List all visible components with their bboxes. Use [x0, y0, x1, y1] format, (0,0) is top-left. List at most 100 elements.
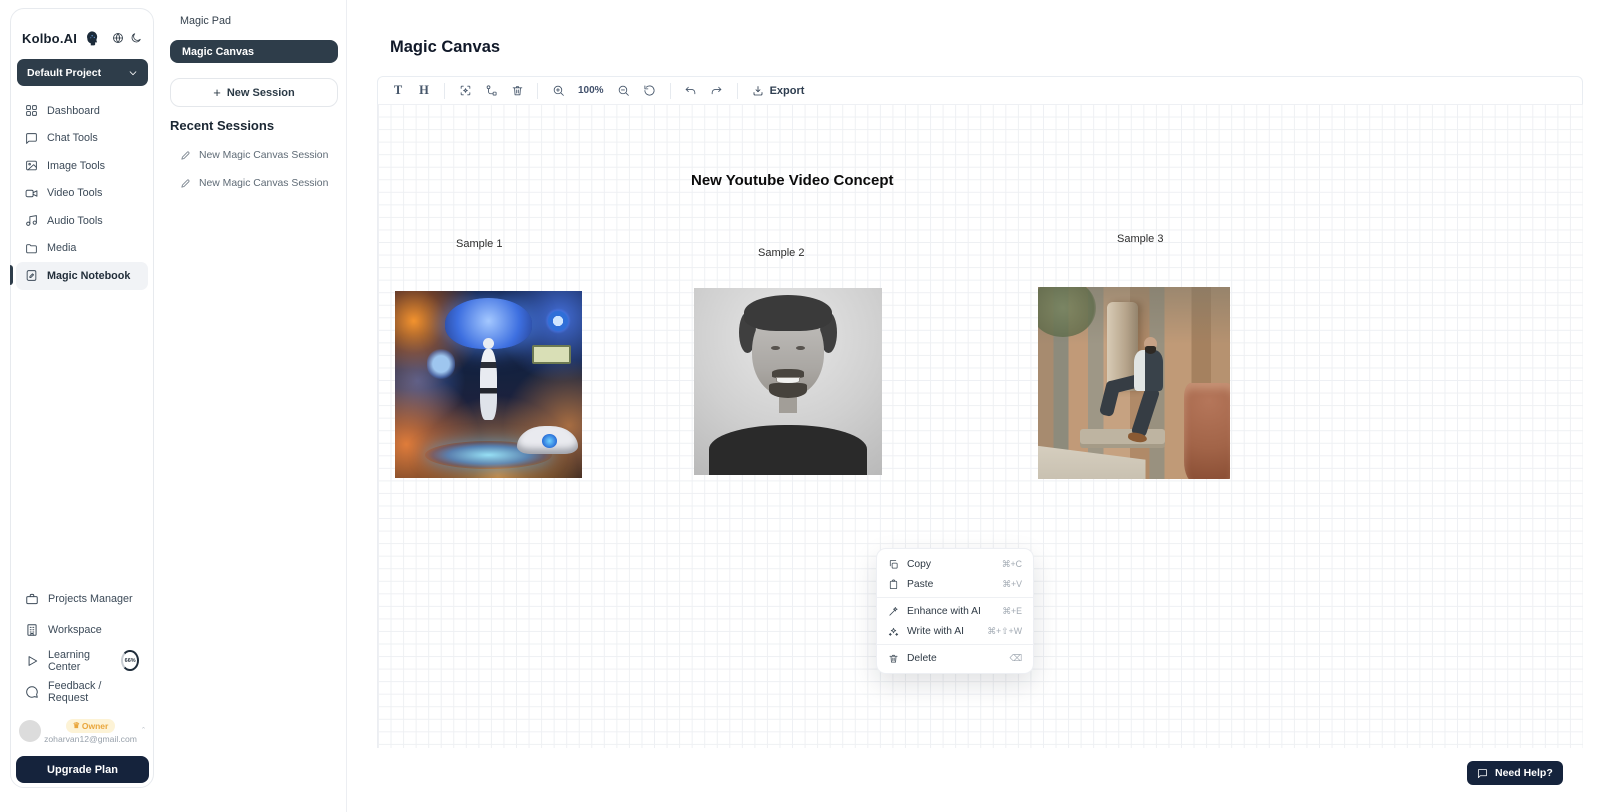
shortcut-hint: ⌘+V — [1002, 579, 1022, 590]
session-panel: Magic Pad Magic Canvas + New Session Rec… — [155, 0, 347, 812]
context-menu-label: Paste — [907, 579, 994, 590]
session-list-item[interactable]: New Magic Canvas Session — [180, 150, 328, 161]
need-help-label: Need Help? — [1495, 767, 1553, 779]
heading-tool-button[interactable]: H — [412, 80, 436, 102]
recent-sessions-heading: Recent Sessions — [170, 118, 274, 133]
delete-tool-button[interactable] — [505, 80, 529, 102]
portrait-shirt-shape — [709, 425, 867, 475]
brand-logo: Kolbo.AI — [22, 31, 77, 46]
plus-icon: + — [213, 85, 221, 100]
context-menu-item-delete[interactable]: Delete ⌫ — [877, 648, 1033, 668]
robot-head-shape — [483, 338, 494, 349]
sidebar-item-projects-manager[interactable]: Projects Manager — [16, 583, 148, 614]
sidebar-item-image-tools[interactable]: Image Tools — [16, 152, 148, 180]
redo-icon — [710, 84, 723, 97]
user-email: zoharvan12@gmail.com — [44, 734, 137, 744]
canvas-heading-text[interactable]: New Youtube Video Concept — [691, 172, 894, 189]
building-icon — [25, 623, 39, 637]
undo-button[interactable] — [679, 80, 703, 102]
chevron-up-icon: ˆ — [142, 726, 145, 736]
user-account[interactable]: ♛ Owner zoharvan12@gmail.com ˆ — [19, 711, 145, 751]
image-icon — [25, 159, 38, 172]
ai-select-button[interactable] — [453, 80, 477, 102]
video-icon — [25, 187, 38, 200]
sample-label[interactable]: Sample 2 — [758, 247, 804, 259]
sample-label[interactable]: Sample 3 — [1117, 233, 1163, 245]
magic-canvas-item-active[interactable]: Magic Canvas — [170, 40, 338, 63]
context-menu-label: Enhance with AI — [907, 606, 994, 617]
chat-icon — [25, 132, 38, 145]
dark-mode-moon-icon[interactable] — [130, 32, 142, 44]
context-menu-label: Write with AI — [907, 626, 979, 637]
upgrade-plan-button[interactable]: Upgrade Plan — [16, 756, 149, 783]
role-badge-label: Owner — [82, 721, 108, 731]
sample-image-ai-robot[interactable] — [395, 291, 582, 478]
menu-divider — [877, 597, 1033, 598]
shortcut-hint: ⌘+C — [1002, 559, 1022, 570]
sidebar-item-label: Magic Notebook — [47, 270, 130, 282]
avatar — [19, 720, 41, 742]
text-tool-button[interactable]: T — [386, 80, 410, 102]
reset-view-button[interactable] — [638, 80, 662, 102]
context-menu-item-enhance-ai[interactable]: Enhance with AI ⌘+E — [877, 601, 1033, 621]
logo-row: Kolbo.AI — [22, 25, 142, 51]
toolbar-divider — [444, 83, 445, 99]
sample-image-ruins[interactable] — [1038, 287, 1230, 479]
toolbar-divider — [537, 83, 538, 99]
sidebar-item-audio-tools[interactable]: Audio Tools — [16, 207, 148, 235]
sidebar-item-label: Dashboard — [47, 105, 100, 117]
sidebar-item-chat-tools[interactable]: Chat Tools — [16, 125, 148, 153]
zoom-out-button[interactable] — [612, 80, 636, 102]
new-session-button[interactable]: + New Session — [170, 78, 338, 107]
sidebar-item-label: Image Tools — [47, 160, 105, 172]
zoom-level-value[interactable]: 100% — [572, 85, 610, 96]
notebook-pen-icon — [25, 269, 38, 282]
need-help-button[interactable]: Need Help? — [1467, 761, 1563, 785]
learning-progress-badge: 66% — [121, 650, 139, 671]
context-menu-item-paste[interactable]: Paste ⌘+V — [877, 574, 1033, 594]
context-menu-label: Delete — [907, 653, 1002, 664]
audio-note-icon — [25, 214, 38, 227]
zoom-in-button[interactable] — [546, 80, 570, 102]
ai-eye-shape — [545, 308, 571, 334]
man-torso-shape — [1134, 350, 1163, 390]
sidebar-item-label: Projects Manager — [48, 593, 133, 605]
export-button[interactable]: Export — [746, 85, 811, 97]
magic-wand-icon — [888, 606, 899, 617]
active-indicator — [10, 265, 13, 285]
crown-icon: ♛ — [73, 722, 80, 730]
session-list-item[interactable]: New Magic Canvas Session — [180, 178, 328, 189]
zoom-in-icon — [552, 84, 565, 97]
sidebar-item-learning-center[interactable]: Learning Center 66% — [16, 645, 148, 676]
project-selector[interactable]: Default Project — [17, 59, 148, 86]
connector-tool-button[interactable] — [479, 80, 503, 102]
zoom-out-icon — [617, 84, 630, 97]
magic-pad-item[interactable]: Magic Pad — [180, 15, 231, 27]
sidebar-item-dashboard[interactable]: Dashboard — [16, 97, 148, 125]
language-globe-icon[interactable] — [112, 32, 124, 44]
portrait-eye-shape — [796, 346, 804, 350]
sidebar-item-feedback[interactable]: Feedback / Request — [16, 676, 148, 707]
redo-button[interactable] — [705, 80, 729, 102]
ruins-stones-shape — [1184, 383, 1230, 479]
project-selector-label: Default Project — [27, 67, 101, 79]
context-menu-item-copy[interactable]: Copy ⌘+C — [877, 554, 1033, 574]
copy-icon — [888, 559, 899, 570]
magic-canvas-grid[interactable]: New Youtube Video Concept Sample 1 Sampl… — [377, 104, 1583, 748]
sidebar-item-label: Feedback / Request — [48, 680, 139, 704]
context-menu-item-write-ai[interactable]: Write with AI ⌘+⇧+W — [877, 621, 1033, 641]
sidebar-item-magic-notebook[interactable]: Magic Notebook — [16, 262, 148, 290]
trash-icon — [888, 653, 899, 664]
sample-label[interactable]: Sample 1 — [456, 238, 502, 250]
sidebar-item-media[interactable]: Media — [16, 235, 148, 263]
rotate-reset-icon — [643, 84, 656, 97]
sidebar-item-label: Media — [47, 242, 76, 254]
sample-image-portrait[interactable] — [694, 288, 882, 475]
chevron-down-icon — [128, 68, 138, 78]
app-root: Kolbo.AI Default Project Dashboard — [0, 0, 1600, 812]
ruins-foliage-shape — [1038, 287, 1096, 337]
futuristic-car-shape — [517, 426, 579, 454]
sidebar-item-workspace[interactable]: Workspace — [16, 614, 148, 645]
sidebar-item-video-tools[interactable]: Video Tools — [16, 180, 148, 208]
sidebar: Kolbo.AI Default Project Dashboard — [10, 8, 154, 788]
